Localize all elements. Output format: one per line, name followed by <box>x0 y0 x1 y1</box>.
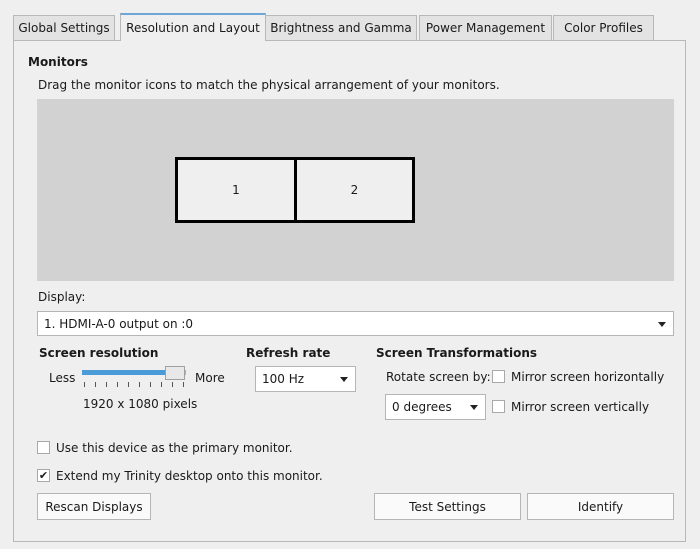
slider-tick <box>128 382 129 387</box>
slider-tick <box>84 382 85 387</box>
extend-desktop-checkbox[interactable]: ✔ <box>37 469 50 482</box>
resolution-value: 1920 x 1080 pixels <box>83 397 198 411</box>
slider-tick <box>95 382 96 387</box>
display-label: Display: <box>38 290 86 304</box>
primary-monitor-checkbox[interactable] <box>37 441 50 454</box>
screen-resolution-heading: Screen resolution <box>39 346 159 360</box>
slider-tick <box>172 382 173 387</box>
refresh-rate-heading: Refresh rate <box>246 346 331 360</box>
tab-power-management[interactable]: Power Management <box>419 15 552 40</box>
mirror-vertical-label: Mirror screen vertically <box>511 400 650 414</box>
chevron-down-icon <box>470 405 478 410</box>
refresh-rate-select[interactable]: 100 Hz <box>255 366 356 392</box>
identify-button[interactable]: Identify <box>527 493 674 520</box>
test-settings-button[interactable]: Test Settings <box>374 493 521 520</box>
refresh-rate-value: 100 Hz <box>262 372 305 386</box>
display-select[interactable]: 1. HDMI-A-0 output on :0 <box>37 311 674 336</box>
tab-brightness-and-gamma[interactable]: Brightness and Gamma <box>265 15 417 40</box>
mirror-vertical-checkbox[interactable] <box>492 400 505 413</box>
slider-tick <box>150 382 151 387</box>
slider-tick <box>161 382 162 387</box>
chevron-down-icon <box>340 377 348 382</box>
slider-tick <box>117 382 118 387</box>
rescan-displays-button[interactable]: Rescan Displays <box>37 493 151 520</box>
monitors-instruction: Drag the monitor icons to match the phys… <box>38 78 500 92</box>
check-icon: ✔ <box>38 469 49 482</box>
slider-tick <box>106 382 107 387</box>
monitor-1-label: 1 <box>232 183 240 197</box>
primary-monitor-label: Use this device as the primary monitor. <box>56 441 293 455</box>
monitor-2-label: 2 <box>350 183 359 197</box>
tab-color-profiles[interactable]: Color Profiles <box>553 15 654 40</box>
screen-transformations-heading: Screen Transformations <box>376 346 538 360</box>
slider-tick <box>183 382 184 387</box>
resolution-slider-fill <box>82 370 165 375</box>
mirror-horizontal-label: Mirror screen horizontally <box>511 370 665 384</box>
slider-tick <box>139 382 140 387</box>
monitor-2-icon[interactable]: 2 <box>294 157 415 223</box>
tab-bar: Global Settings Resolution and Layout Br… <box>0 0 700 41</box>
resolution-less-label: Less <box>49 371 76 385</box>
rotate-screen-label: Rotate screen by: <box>386 370 491 384</box>
display-select-value: 1. HDMI-A-0 output on :0 <box>44 316 194 331</box>
monitor-1-icon[interactable]: 1 <box>175 157 297 223</box>
extend-desktop-label: Extend my Trinity desktop onto this moni… <box>56 469 323 483</box>
resolution-slider-handle[interactable] <box>165 366 185 380</box>
monitors-heading: Monitors <box>28 55 88 69</box>
rotation-select[interactable]: 0 degrees <box>385 394 486 420</box>
tab-global-settings[interactable]: Global Settings <box>13 15 115 40</box>
resolution-more-label: More <box>195 371 225 385</box>
mirror-horizontal-checkbox[interactable] <box>492 370 505 383</box>
chevron-down-icon <box>658 321 666 327</box>
tab-resolution-and-layout[interactable]: Resolution and Layout <box>120 13 266 41</box>
rotation-value: 0 degrees <box>392 400 452 414</box>
